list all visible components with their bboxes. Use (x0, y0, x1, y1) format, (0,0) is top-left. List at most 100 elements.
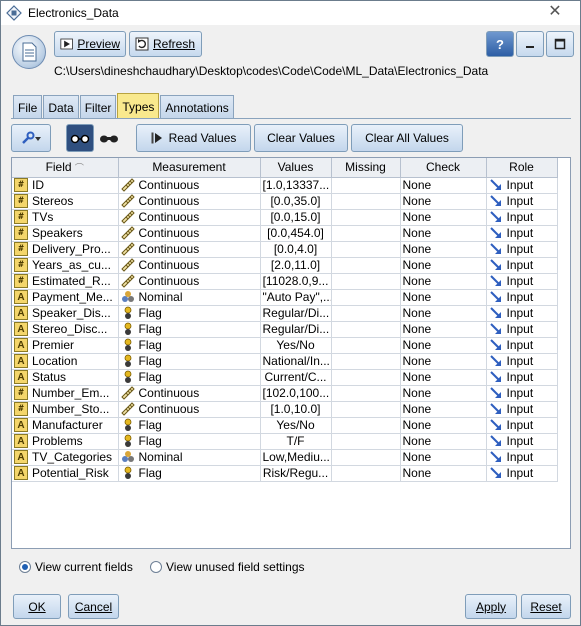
column-header-values[interactable]: Values (260, 158, 332, 178)
table-row[interactable]: # Delivery_Pro... Continuous [0.0,4.0] None I… (12, 241, 558, 258)
table-row[interactable]: A Problems Flag T/F None Input (12, 433, 558, 450)
missing-cell[interactable] (331, 257, 401, 274)
field-cell[interactable]: A TV_Categories (12, 449, 119, 466)
field-cell[interactable]: A Problems (12, 433, 119, 450)
field-cell[interactable]: A Payment_Me... (12, 289, 119, 306)
measurement-cell[interactable]: Flag (118, 321, 261, 338)
measurement-cell[interactable]: Continuous (118, 241, 261, 258)
missing-cell[interactable] (331, 193, 401, 210)
missing-cell[interactable] (331, 337, 401, 354)
view-current-fields-option[interactable]: View current fields (19, 560, 133, 574)
measurement-cell[interactable]: Flag (118, 465, 261, 482)
missing-cell[interactable] (331, 449, 401, 466)
table-row[interactable]: # Years_as_cu... Continuous [2.0,11.0] None I… (12, 257, 558, 274)
view-unused-fields-radio[interactable] (150, 561, 162, 573)
check-cell[interactable]: None (400, 321, 487, 338)
missing-cell[interactable] (331, 417, 401, 434)
role-cell[interactable]: Input (486, 449, 558, 466)
table-row[interactable]: A Status Flag Current/C... None Input (12, 369, 558, 386)
apply-button[interactable]: Apply (465, 594, 517, 619)
field-cell[interactable]: A Potential_Risk (12, 465, 119, 482)
missing-cell[interactable] (331, 465, 401, 482)
role-cell[interactable]: Input (486, 417, 558, 434)
values-cell[interactable]: Low,Mediu... (260, 449, 332, 466)
values-cell[interactable]: [0.0,454.0] (260, 225, 332, 242)
maximize-button[interactable] (546, 31, 574, 57)
table-row[interactable]: A TV_Categories Nominal Low,Mediu... None Inp… (12, 449, 558, 466)
values-cell[interactable]: "Auto Pay",... (260, 289, 332, 306)
table-row[interactable]: # Estimated_R... Continuous [11028.0,9... No… (12, 273, 558, 290)
check-cell[interactable]: None (400, 385, 487, 402)
values-cell[interactable]: Regular/Di... (260, 305, 332, 322)
field-cell[interactable]: # TVs (12, 209, 119, 226)
field-cell[interactable]: A Status (12, 369, 119, 386)
tab-filter[interactable]: Filter (79, 95, 117, 119)
tab-data[interactable]: Data (43, 95, 79, 119)
measurement-cell[interactable]: Continuous (118, 401, 261, 418)
column-header-missing[interactable]: Missing (331, 158, 401, 178)
column-header-field[interactable]: Field ⌒ (12, 158, 119, 178)
field-cell[interactable]: # Number_Em... (12, 385, 119, 402)
measurement-cell[interactable]: Flag (118, 353, 261, 370)
field-cell[interactable]: # ID (12, 177, 119, 194)
check-cell[interactable]: None (400, 225, 487, 242)
role-cell[interactable]: Input (486, 433, 558, 450)
values-cell[interactable]: [2.0,11.0] (260, 257, 332, 274)
table-row[interactable]: A Manufacturer Flag Yes/No None Input (12, 417, 558, 434)
check-cell[interactable]: None (400, 449, 487, 466)
role-cell[interactable]: Input (486, 401, 558, 418)
measurement-cell[interactable]: Continuous (118, 257, 261, 274)
measurement-cell[interactable]: Continuous (118, 273, 261, 290)
table-row[interactable]: A Location Flag National/In... None Input (12, 353, 558, 370)
measurement-cell[interactable]: Continuous (118, 177, 261, 194)
check-cell[interactable]: None (400, 369, 487, 386)
check-cell[interactable]: None (400, 193, 487, 210)
table-row[interactable]: # Speakers Continuous [0.0,454.0] None Input (12, 225, 558, 242)
field-cell[interactable]: A Location (12, 353, 119, 370)
measurement-cell[interactable]: Continuous (118, 209, 261, 226)
reset-button[interactable]: Reset (521, 594, 571, 619)
check-cell[interactable]: None (400, 209, 487, 226)
missing-cell[interactable] (331, 241, 401, 258)
missing-cell[interactable] (331, 321, 401, 338)
missing-cell[interactable] (331, 353, 401, 370)
values-cell[interactable]: [11028.0,9... (260, 273, 332, 290)
clear-all-values-button[interactable]: Clear All Values (351, 124, 463, 152)
column-header-measurement[interactable]: Measurement (118, 158, 261, 178)
check-cell[interactable]: None (400, 401, 487, 418)
measurement-cell[interactable]: Continuous (118, 225, 261, 242)
field-cell[interactable]: A Premier (12, 337, 119, 354)
clear-values-button[interactable]: Clear Values (254, 124, 348, 152)
refresh-button[interactable]: Refresh (129, 31, 202, 57)
values-cell[interactable]: [1.0,13337... (260, 177, 332, 194)
field-cell[interactable]: # Speakers (12, 225, 119, 242)
table-row[interactable]: A Potential_Risk Flag Risk/Regu... None Input (12, 465, 558, 482)
role-cell[interactable]: Input (486, 337, 558, 354)
field-cell[interactable]: # Years_as_cu... (12, 257, 119, 274)
check-cell[interactable]: None (400, 417, 487, 434)
table-row[interactable]: # TVs Continuous [0.0,15.0] None Input (12, 209, 558, 226)
role-cell[interactable]: Input (486, 369, 558, 386)
missing-cell[interactable] (331, 209, 401, 226)
role-cell[interactable]: Input (486, 241, 558, 258)
values-cell[interactable]: [1.0,10.0] (260, 401, 332, 418)
role-cell[interactable]: Input (486, 225, 558, 242)
tools-menu-button[interactable] (11, 124, 51, 152)
help-button[interactable]: ? (486, 31, 514, 57)
column-header-role[interactable]: Role (486, 158, 558, 178)
measurement-cell[interactable]: Flag (118, 433, 261, 450)
check-cell[interactable]: None (400, 289, 487, 306)
missing-cell[interactable] (331, 385, 401, 402)
missing-cell[interactable] (331, 273, 401, 290)
table-row[interactable]: A Stereo_Disc... Flag Regular/Di... None Inpu… (12, 321, 558, 338)
ok-button[interactable]: OK (13, 594, 61, 619)
values-cell[interactable]: National/In... (260, 353, 332, 370)
measurement-cell[interactable]: Continuous (118, 385, 261, 402)
missing-cell[interactable] (331, 305, 401, 322)
values-cell[interactable]: [0.0,35.0] (260, 193, 332, 210)
role-cell[interactable]: Input (486, 209, 558, 226)
cancel-button[interactable]: Cancel (68, 594, 119, 619)
preview-button[interactable]: Preview (54, 31, 126, 57)
values-cell[interactable]: [102.0,100... (260, 385, 332, 402)
close-button[interactable]: ✕ (534, 1, 576, 21)
